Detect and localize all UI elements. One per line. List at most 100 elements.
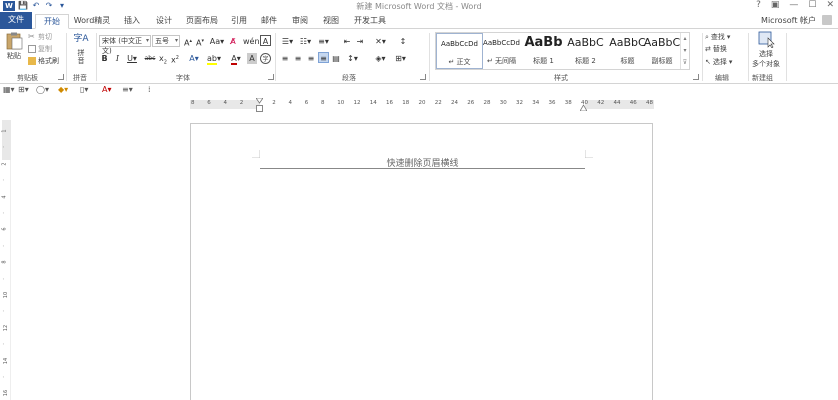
account-name[interactable]: Microsoft 帐户 <box>761 15 816 26</box>
replace-button[interactable]: ⇄ 替换 <box>705 44 727 54</box>
layout-icon[interactable]: ▦▾ <box>3 85 15 94</box>
style-heading-1[interactable]: AaBb 标题 1 <box>520 33 567 69</box>
right-indent-icon[interactable] <box>580 104 587 111</box>
maximize-button[interactable]: ☐ <box>808 0 816 10</box>
char-border-icon[interactable]: A <box>260 35 271 46</box>
clipboard-launcher-icon[interactable] <box>58 74 64 80</box>
line-spacing-icon[interactable]: ↕▾ <box>345 53 360 64</box>
styles-scroll[interactable]: ▴ ▾ ⊽ <box>680 33 689 69</box>
first-line-indent-icon[interactable] <box>256 98 263 104</box>
style-subtitle[interactable]: AaBbC 副标题 <box>641 33 683 69</box>
tab-mailings[interactable]: 邮件 <box>256 14 282 29</box>
underline-icon[interactable]: U▾ <box>125 53 139 64</box>
more-icon[interactable]: ⁞ <box>148 85 151 94</box>
bullets-icon[interactable]: ☰▾ <box>280 36 295 47</box>
style-normal[interactable]: AaBbCcDd ↵ 正文 <box>436 33 483 69</box>
help-button[interactable]: ? <box>756 0 761 10</box>
paragraph-icon[interactable]: ≡▾ <box>122 85 133 94</box>
numbering-icon[interactable]: ☷▾ <box>298 36 313 47</box>
avatar[interactable] <box>822 15 832 25</box>
highlight-icon[interactable]: ab▾ <box>206 53 222 65</box>
tab-view[interactable]: 视图 <box>318 14 344 29</box>
chinese-layout-icon[interactable]: ✕▾ <box>373 36 388 47</box>
window-title: 新建 Microsoft Word 文档 - Word <box>356 2 482 11</box>
subscript-icon[interactable]: x2 <box>158 53 168 66</box>
tab-references[interactable]: 引用 <box>226 14 252 29</box>
tab-home[interactable]: 开始 <box>35 14 69 29</box>
sort-icon[interactable]: ↕ <box>398 36 408 47</box>
paragraph-launcher-icon[interactable] <box>420 74 426 80</box>
distribute-icon[interactable]: ▤ <box>331 53 341 64</box>
minimize-button[interactable]: — <box>789 0 798 10</box>
cut-button[interactable]: ✂ 剪切 <box>28 32 52 42</box>
ruler-tick-label: 42 <box>597 100 605 106</box>
find-label: 查找 <box>710 33 725 41</box>
font-color-icon[interactable]: A▾ <box>102 85 112 94</box>
font-size-select[interactable]: 五号 ▾ <box>152 35 180 47</box>
superscript-icon[interactable]: x2 <box>170 53 180 65</box>
left-indent-icon[interactable] <box>256 105 263 112</box>
justify-icon[interactable]: ≡ <box>318 52 329 63</box>
style-heading-2[interactable]: AaBbC 标题 2 <box>562 33 609 69</box>
font-color-icon[interactable]: A▾ <box>228 53 244 65</box>
shape-icon[interactable]: ◯▾ <box>36 85 49 94</box>
style-name: ↵ 正文 <box>448 58 471 66</box>
search-icon: ⌕ <box>705 32 709 41</box>
select-button[interactable]: ↖ 选择 ▾ <box>705 57 732 67</box>
pinyin-guide-icon[interactable]: wén <box>243 36 260 47</box>
tab-review[interactable]: 审阅 <box>287 14 313 29</box>
select-multiple-objects-button[interactable]: 选择 多个对象 <box>751 30 781 69</box>
vertical-ruler-tick-label: 6 <box>1 227 8 231</box>
fill-icon[interactable]: ◆▾ <box>58 85 68 94</box>
strikethrough-icon[interactable]: abc <box>144 53 156 64</box>
select-objects-icon <box>756 30 776 49</box>
grow-font-icon[interactable]: A▴ <box>183 36 193 48</box>
chevron-up-icon[interactable]: ▴ <box>681 33 689 45</box>
ruler-tick-label: 4 <box>288 100 293 106</box>
tab-developer[interactable]: 开发工具 <box>350 14 390 29</box>
pinyin-button[interactable]: 字A 拼音 <box>70 30 92 65</box>
char-shading-icon[interactable]: A <box>247 53 257 64</box>
ruler-tick-label: 8 <box>321 100 325 106</box>
tab-word-wizard[interactable]: Word精灵 <box>72 14 112 29</box>
tab-page-layout[interactable]: 页面布局 <box>184 14 220 29</box>
crop-mark-icon <box>585 150 593 158</box>
italic-icon[interactable]: I <box>113 53 122 64</box>
bold-icon[interactable]: B <box>100 53 109 64</box>
borders-icon[interactable]: ⊞▾ <box>393 53 408 64</box>
page-icon[interactable]: ▯▾ <box>80 85 88 94</box>
decrease-indent-icon[interactable]: ⇤ <box>342 36 352 47</box>
close-button[interactable]: ✕ <box>826 0 834 10</box>
pinyin-label: 拼音 <box>77 49 85 65</box>
tab-insert[interactable]: 插入 <box>118 14 146 29</box>
select-objects-label-2: 多个对象 <box>752 60 780 68</box>
style-name: 标题 2 <box>575 57 596 65</box>
font-name-select[interactable]: 宋体 (中文正文) ▾ <box>99 35 151 55</box>
align-left-icon[interactable]: ≡ <box>280 53 290 64</box>
tab-file[interactable]: 文件 <box>0 12 32 29</box>
multilevel-list-icon[interactable]: ≡▾ <box>316 36 331 47</box>
styles-launcher-icon[interactable] <box>693 74 699 80</box>
ribbon-display-button[interactable]: ▣ <box>771 0 780 10</box>
shrink-font-icon[interactable]: A▾ <box>195 36 205 48</box>
find-button[interactable]: ⌕ 查找 ▾ <box>705 32 730 42</box>
format-painter-button[interactable]: 格式刷 <box>28 56 59 66</box>
chevron-down-icon[interactable]: ▾ <box>681 45 689 57</box>
ruler-tick-label: 2 <box>239 100 244 106</box>
paste-button[interactable]: 粘贴 <box>3 32 25 61</box>
increase-indent-icon[interactable]: ⇥ <box>355 36 365 47</box>
font-launcher-icon[interactable] <box>268 74 274 80</box>
align-right-icon[interactable]: ≡ <box>306 53 316 64</box>
align-center-icon[interactable]: ≡ <box>293 53 303 64</box>
copy-button[interactable]: 复制 <box>28 44 52 54</box>
clear-format-icon[interactable]: A̸ <box>228 36 238 47</box>
table-icon[interactable]: ⊞▾ <box>18 85 29 94</box>
style-no-spacing[interactable]: AaBbCcDd ↵ 无间隔 <box>478 33 525 69</box>
enclose-char-icon[interactable]: 字 <box>260 53 271 64</box>
text-effects-icon[interactable]: A▾ <box>186 53 202 64</box>
shading-icon[interactable]: ◈▾ <box>373 53 388 64</box>
tab-design[interactable]: 设计 <box>150 14 178 29</box>
more-styles-icon[interactable]: ⊽ <box>681 57 689 69</box>
header-rule-line[interactable] <box>260 168 585 169</box>
change-case-icon[interactable]: Aa▾ <box>209 36 225 47</box>
